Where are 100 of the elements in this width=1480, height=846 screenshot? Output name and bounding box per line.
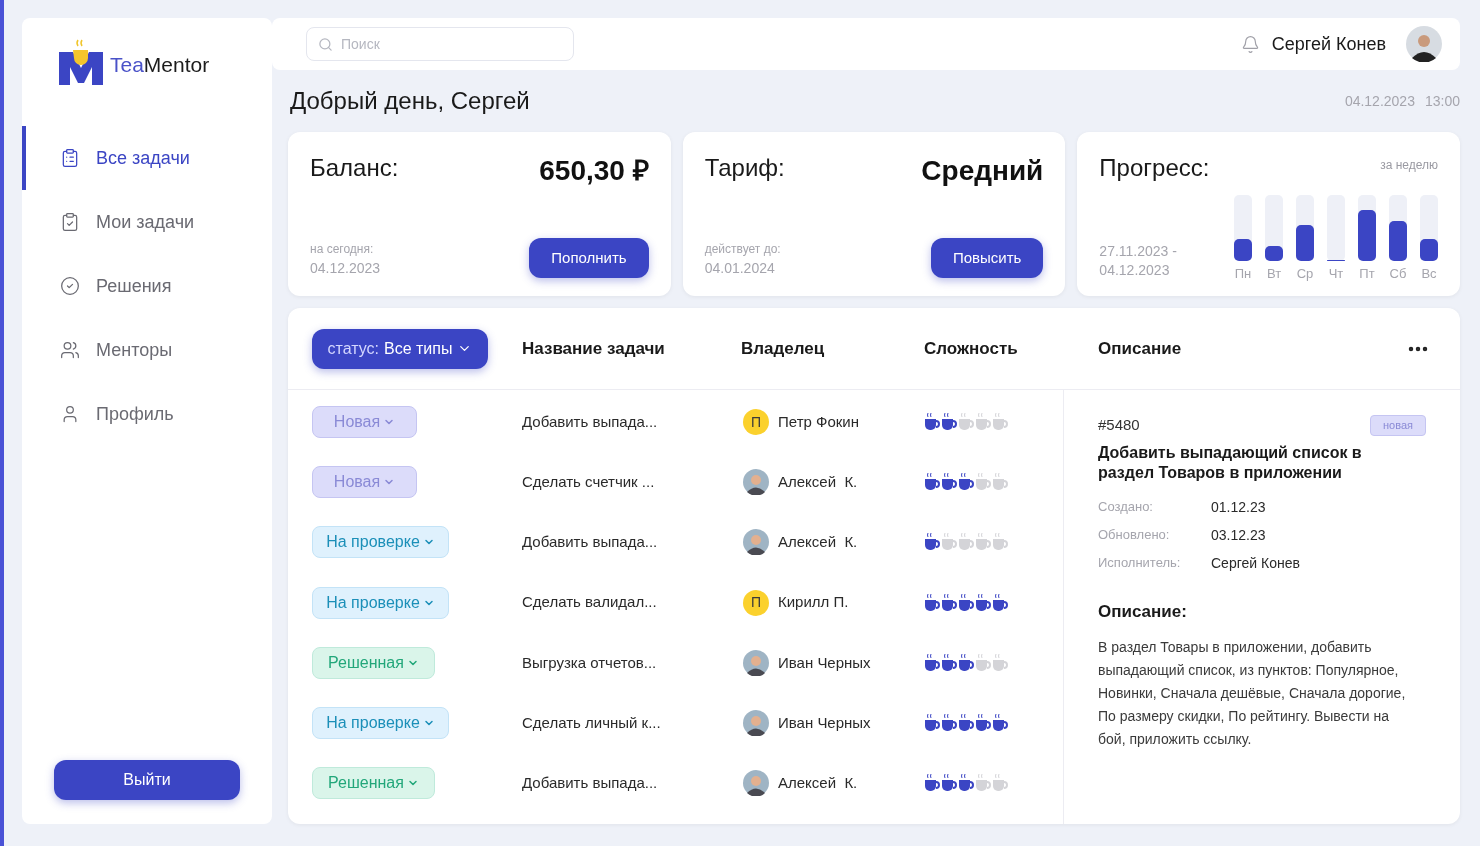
filled-cup-icon — [941, 713, 958, 734]
field-value: 01.12.23 — [1211, 497, 1266, 517]
sidebar-item[interactable]: Все задачи — [22, 126, 272, 190]
column-header: Описание — [1098, 337, 1182, 360]
people-icon — [60, 340, 80, 360]
empty-cup-icon — [992, 412, 1009, 433]
card-title: Тариф: — [704, 153, 785, 183]
task-title: Добавить выпада... — [522, 411, 659, 432]
task-title: Добавить выпада... — [522, 532, 659, 553]
field-label: Исполнитель: — [1098, 554, 1182, 573]
clipboard-icon — [60, 148, 80, 168]
filled-cup-icon — [941, 652, 958, 673]
card-value: Средний — [921, 154, 1044, 188]
sidebar-item[interactable]: Мои задачи — [22, 190, 272, 254]
status-dropdown[interactable]: На проверке — [312, 707, 449, 740]
current-date: 04.12.2023 — [1344, 91, 1415, 111]
avatar-icon — [743, 649, 769, 676]
day-label: Вс — [1421, 267, 1437, 280]
description-heading: Описание: — [1098, 600, 1188, 623]
sidebar-item[interactable]: Решения — [22, 254, 272, 318]
notification-bell-icon[interactable] — [1240, 34, 1260, 54]
card-date: 04.01.2024 — [704, 259, 776, 278]
date-range-end: 04.12.2023 — [1099, 261, 1171, 280]
logo-text-tea: Tea — [110, 52, 144, 76]
sidebar-item[interactable]: Менторы — [22, 318, 272, 382]
filled-cup-icon — [941, 412, 958, 433]
day-label: Вт — [1266, 267, 1282, 280]
column-header: Владелец — [741, 337, 826, 360]
top-up-button[interactable]: Пополнить — [529, 238, 649, 278]
field-label: Обновлено: — [1098, 526, 1171, 545]
day-label: Ср — [1296, 267, 1314, 280]
filled-cup-icon — [924, 713, 941, 734]
field-value: Сергей Конев — [1211, 553, 1300, 573]
status-dropdown[interactable]: На проверке — [312, 586, 449, 619]
empty-cup-icon — [958, 412, 975, 433]
day-label: Чт — [1328, 267, 1344, 280]
empty-cup-icon — [992, 472, 1009, 493]
avatar-initial: П — [743, 589, 769, 616]
clipboard-check-icon — [60, 212, 80, 232]
day-label: Пн — [1234, 267, 1252, 280]
owner-name: Иван Черных — [778, 652, 871, 673]
column-header: Название задачи — [522, 337, 666, 360]
day-label: Сб — [1389, 267, 1407, 280]
field-value: 03.12.23 — [1211, 525, 1266, 545]
status-filter-dropdown[interactable]: статус: Все типы — [312, 328, 488, 369]
task-detail-title: Добавить выпадающий список в раздел Товаров в приложении — [1098, 442, 1363, 483]
empty-cup-icon — [958, 532, 975, 553]
filled-cup-icon — [941, 773, 958, 794]
owner-name: Алексей К. — [778, 532, 858, 553]
avatar-icon — [743, 710, 769, 737]
filled-cup-icon — [975, 592, 992, 613]
filled-cup-icon — [924, 532, 941, 553]
current-time: 13:00 — [1424, 91, 1460, 111]
filled-cup-icon — [992, 592, 1009, 613]
empty-cup-icon — [992, 652, 1009, 673]
column-header: Сложность — [924, 337, 1019, 360]
empty-cup-icon — [941, 532, 958, 553]
day-label: Пт — [1359, 267, 1375, 280]
owner-name: Иван Черных — [778, 712, 871, 733]
sidebar-item[interactable]: Профиль — [22, 382, 272, 446]
upgrade-button[interactable]: Повысить — [930, 238, 1044, 278]
empty-cup-icon — [975, 412, 992, 433]
owner-name: Петр Фокин — [778, 411, 859, 432]
avatar-initial: П — [743, 409, 769, 436]
filled-cup-icon — [958, 713, 975, 734]
filled-cup-icon — [958, 592, 975, 613]
empty-cup-icon — [975, 472, 992, 493]
filled-cup-icon — [975, 713, 992, 734]
avatar-icon — [743, 529, 769, 556]
card-title: Баланс: — [310, 153, 399, 183]
greeting: Добрый день, Сергей — [290, 86, 530, 116]
owner-name: Алексей К. — [778, 772, 858, 793]
status-dropdown[interactable]: На проверке — [312, 526, 449, 559]
empty-cup-icon — [975, 532, 992, 553]
task-title: Добавить выпада... — [522, 772, 659, 793]
filled-cup-icon — [992, 713, 1009, 734]
filled-cup-icon — [924, 773, 941, 794]
card-value: 650,30 ₽ — [539, 154, 649, 188]
date-caption: действует до: — [704, 241, 781, 258]
user-name: Сергей Конев — [1271, 32, 1386, 56]
search-field[interactable]: Поиск — [306, 27, 574, 61]
field-label: Создано: — [1098, 498, 1154, 517]
logout-button[interactable]: Выйти — [54, 760, 240, 800]
avatar-icon — [743, 770, 769, 797]
filled-cup-icon — [958, 773, 975, 794]
filled-cup-icon — [958, 472, 975, 493]
logo-text-mentor: Mentor — [143, 52, 210, 76]
empty-cup-icon — [992, 773, 1009, 794]
filled-cup-icon — [924, 472, 941, 493]
avatar-icon — [743, 469, 769, 496]
filled-cup-icon — [924, 592, 941, 613]
filled-cup-icon — [924, 652, 941, 673]
period-label: за неделю — [1380, 157, 1438, 174]
empty-cup-icon — [975, 773, 992, 794]
status-tag: новая — [1370, 415, 1426, 436]
check-circle-icon — [60, 276, 80, 296]
card-title: Прогресс: — [1099, 153, 1210, 183]
user-avatar-icon[interactable] — [1406, 26, 1442, 62]
task-id: #5480 — [1098, 415, 1140, 435]
empty-cup-icon — [992, 532, 1009, 553]
